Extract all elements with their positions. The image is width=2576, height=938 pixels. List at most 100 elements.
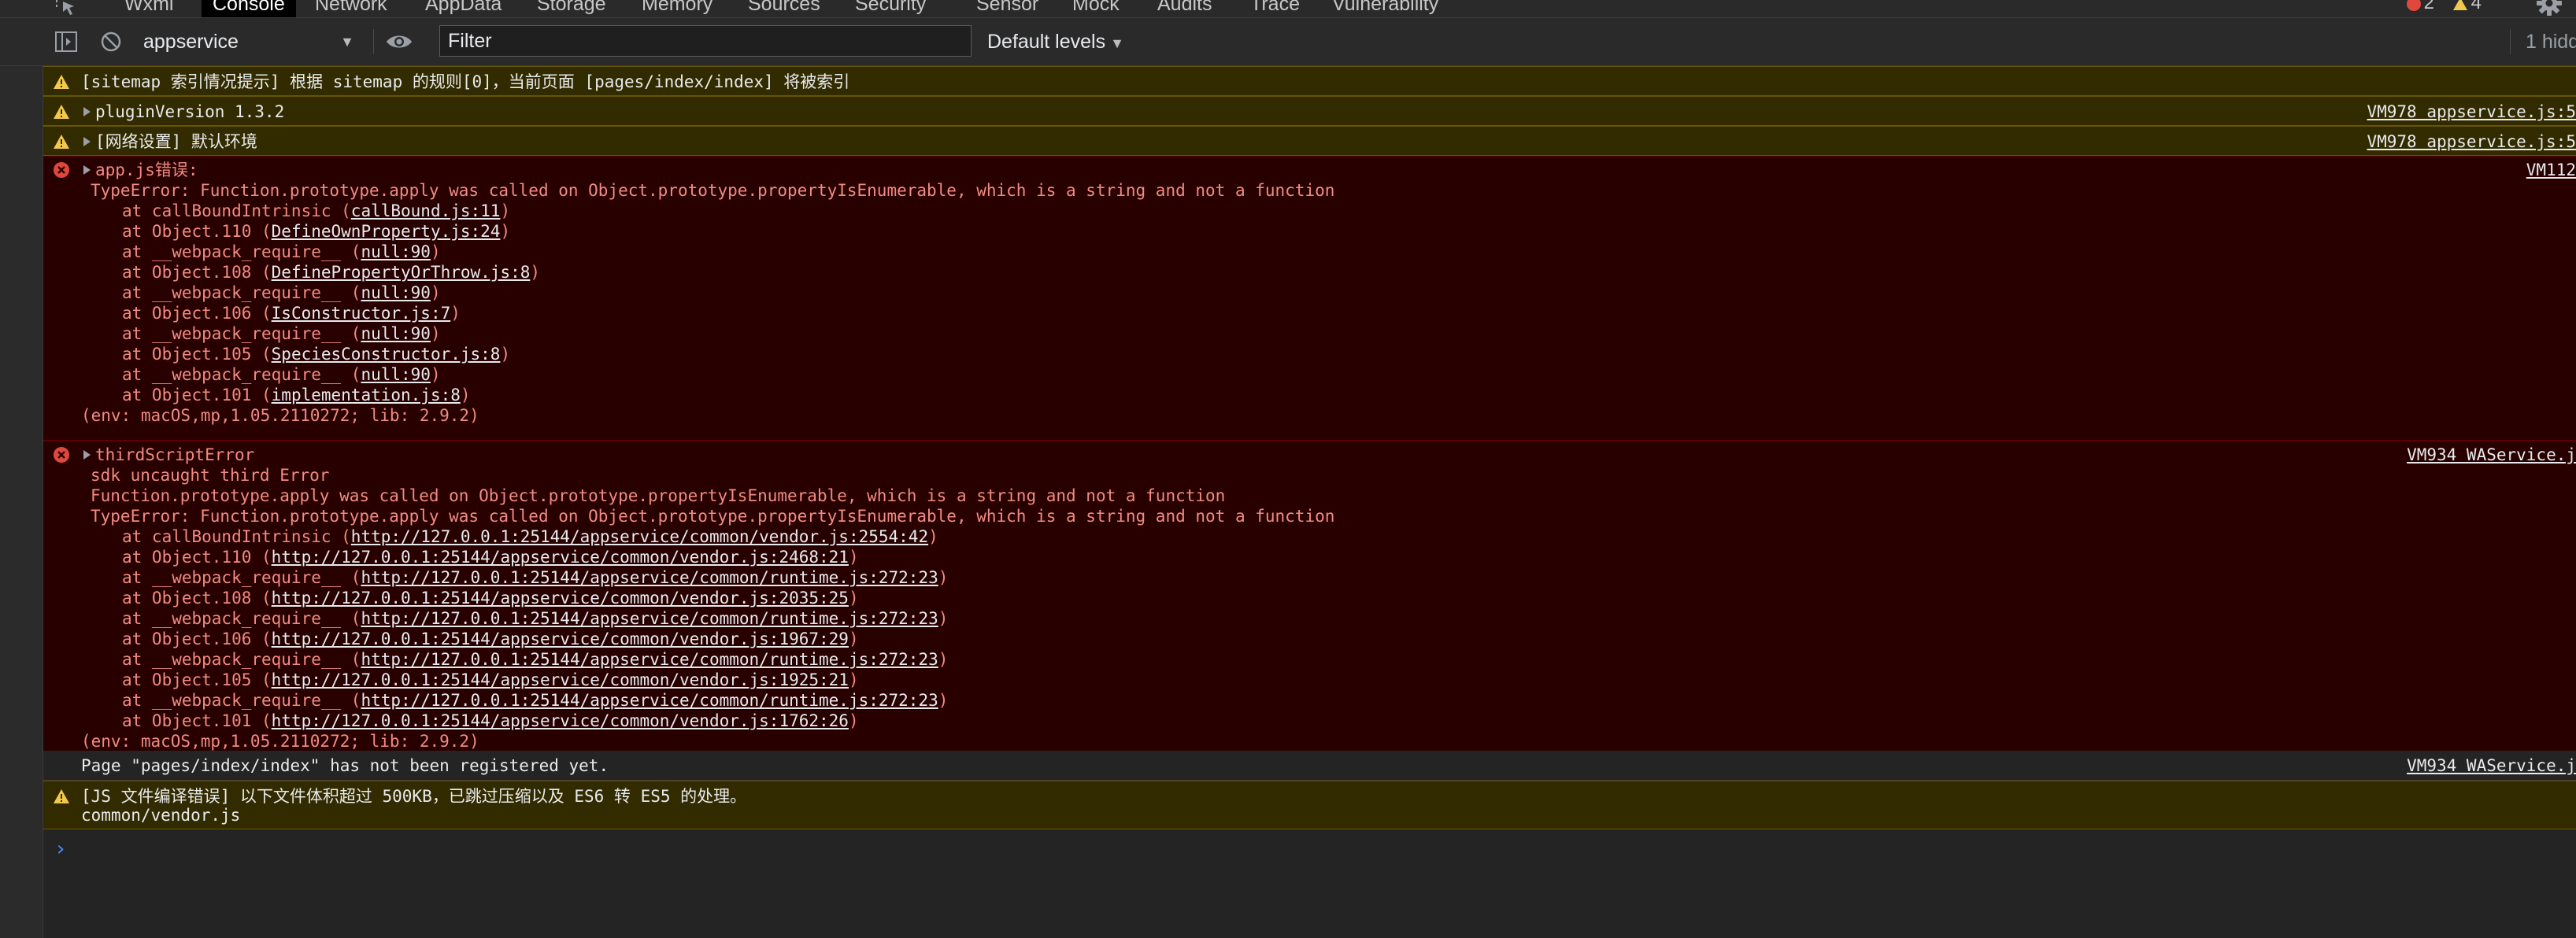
console-toolbar: appservice ▼ Default levels▼ 1 hidd (0, 18, 2576, 66)
console-message-text: pluginVersion 1.3.2 (95, 102, 285, 121)
stack-frame: at Object.101 (implementation.js:8) (122, 386, 471, 404)
stack-frame-link[interactable]: http://127.0.0.1:25144/appservice/common… (272, 589, 849, 607)
stack-frame-link[interactable]: callBound.js:11 (351, 201, 501, 220)
stack-frame: at __webpack_require__ (http://127.0.0.1… (122, 568, 949, 587)
console-prompt-icon[interactable]: › (54, 839, 67, 859)
stack-frame: at Object.110 (http://127.0.0.1:25144/ap… (122, 548, 859, 567)
log-levels-dropdown[interactable]: Default levels ▼ (987, 26, 1124, 57)
tab-sources[interactable]: Sources (748, 0, 820, 17)
source-link[interactable]: VM978 appservice.js:5 (2367, 131, 2576, 152)
tab-console[interactable]: Console (202, 0, 296, 17)
source-link[interactable]: VM978 appservice.js:5 (2367, 102, 2576, 122)
console-message-text: common/vendor.js (81, 806, 241, 825)
tab-vulnerability[interactable]: Vulnerability (1332, 0, 1438, 17)
stack-frame-link[interactable]: http://127.0.0.1:25144/appservice/common… (361, 568, 938, 587)
stack-frame-link[interactable]: DefineOwnProperty.js:24 (272, 222, 501, 241)
toolbar-divider (2510, 29, 2511, 54)
error-icon (54, 447, 69, 463)
error-message: TypeError: Function.prototype.apply was … (91, 507, 1335, 526)
warning-count: 4 (2471, 0, 2482, 13)
expand-triangle-icon[interactable] (83, 450, 91, 460)
stack-frame: at __webpack_require__ (null:90) (122, 242, 441, 261)
stack-frame-link[interactable]: null:90 (361, 242, 431, 261)
stack-frame-link[interactable]: http://127.0.0.1:25144/appservice/common… (272, 630, 849, 648)
tab-audits[interactable]: Audits (1157, 0, 1212, 17)
error-count-icon (2406, 0, 2421, 11)
source-link[interactable]: VM112 (2526, 160, 2576, 180)
source-link[interactable]: VM934 WAService.j (2407, 755, 2576, 776)
tab-memory[interactable]: Memory (642, 0, 712, 17)
expand-triangle-icon[interactable] (83, 137, 91, 146)
expand-triangle-icon[interactable] (83, 107, 91, 116)
left-gutter (0, 0, 43, 938)
tab-mock[interactable]: Mock (1072, 0, 1120, 17)
filter-input[interactable] (439, 25, 972, 57)
tab-storage[interactable]: Storage (537, 0, 606, 17)
error-detail: sdk uncaught third Error (91, 466, 330, 485)
warning-icon (54, 135, 69, 149)
console-message-text: [网络设置] 默认环境 (95, 132, 257, 151)
expand-triangle-icon[interactable] (83, 165, 91, 175)
warning-icon (54, 105, 69, 119)
stack-frame-link[interactable]: IsConstructor.js:7 (272, 304, 451, 323)
stack-frame-link[interactable]: null:90 (361, 324, 431, 343)
error-count: 2 (2423, 0, 2434, 13)
settings-gear-icon[interactable] (2535, 0, 2563, 17)
stack-frame-link[interactable]: null:90 (361, 365, 431, 384)
stack-frame: at Object.110 (DefineOwnProperty.js:24) (122, 222, 511, 241)
stack-frame: at __webpack_require__ (http://127.0.0.1… (122, 609, 949, 628)
stack-frame: at __webpack_require__ (http://127.0.0.1… (122, 650, 949, 669)
env-info: (env: macOS,mp,1.05.2110272; lib: 2.9.2) (81, 406, 479, 425)
tab-wxml[interactable]: Wxml (124, 0, 173, 17)
stack-frame-link[interactable]: http://127.0.0.1:25144/appservice/common… (272, 548, 849, 567)
console-messages: [sitemap 索引情况提示] 根据 sitemap 的规则[0]，当前页面 … (43, 66, 2576, 938)
warning-icon (54, 789, 69, 803)
tab-appdata[interactable]: AppData (425, 0, 502, 17)
stack-frame-link[interactable]: http://127.0.0.1:25144/appservice/common… (361, 609, 938, 628)
stack-frame: at __webpack_require__ (null:90) (122, 365, 441, 384)
console-message-error[interactable]: app.js错误: VM112 TypeError: Function.prot… (43, 156, 2576, 441)
stack-frame-link[interactable]: implementation.js:8 (272, 386, 461, 404)
tab-security[interactable]: Security (855, 0, 926, 17)
console-message-warning[interactable]: pluginVersion 1.3.2 VM978 appservice.js:… (43, 96, 2576, 126)
clear-console-icon[interactable] (101, 31, 121, 52)
console-message-text: [sitemap 索引情况提示] 根据 sitemap 的规则[0]，当前页面 … (81, 72, 850, 91)
live-expression-eye-icon[interactable] (386, 33, 413, 50)
issue-counts[interactable]: 2 4 (2406, 0, 2482, 15)
inspect-element-icon[interactable] (55, 0, 77, 16)
tab-trace[interactable]: Trace (1250, 0, 1300, 17)
stack-frame: at Object.106 (IsConstructor.js:7) (122, 304, 461, 323)
stack-frame: at __webpack_require__ (null:90) (122, 324, 441, 343)
stack-frame: at Object.106 (http://127.0.0.1:25144/ap… (122, 630, 859, 648)
stack-frame: at Object.108 (DefinePropertyOrThrow.js:… (122, 263, 541, 282)
stack-frame-link[interactable]: DefinePropertyOrThrow.js:8 (272, 263, 531, 282)
stack-frame-link[interactable]: http://127.0.0.1:25144/appservice/common… (272, 711, 849, 730)
tab-network[interactable]: Network (315, 0, 387, 17)
error-icon (54, 162, 69, 178)
context-selector[interactable]: appservice ▼ (143, 26, 364, 57)
toolbar-divider (373, 29, 374, 54)
stack-frame-link[interactable]: http://127.0.0.1:25144/appservice/common… (272, 670, 849, 689)
log-levels-label: Default levels (987, 31, 1106, 53)
error-title: app.js错误: (95, 161, 198, 179)
tab-sensor[interactable]: Sensor (976, 0, 1038, 17)
stack-frame-link[interactable]: http://127.0.0.1:25144/appservice/common… (351, 527, 928, 546)
warning-count-icon (2452, 0, 2467, 10)
console-message-warning[interactable]: [网络设置] 默认环境 VM978 appservice.js:5 (43, 126, 2576, 156)
stack-frame-link[interactable]: null:90 (361, 283, 431, 302)
stack-frame-link[interactable]: http://127.0.0.1:25144/appservice/common… (361, 691, 938, 710)
chevron-down-icon: ▼ (1110, 35, 1124, 51)
stack-frame: at callBoundIntrinsic (callBound.js:11) (122, 201, 511, 220)
stack-frame-link[interactable]: http://127.0.0.1:25144/appservice/common… (361, 650, 938, 669)
source-link[interactable]: VM934 WAService.j (2407, 445, 2576, 465)
devtools-tab-bar: Wxml Console Network AppData Storage Mem… (0, 0, 2576, 18)
console-message-warning: [JS 文件编译错误] 以下文件体积超过 500KB，已跳过压缩以及 ES6 转… (43, 781, 2576, 829)
error-title: thirdScriptError (95, 445, 255, 464)
stack-frame: at __webpack_require__ (null:90) (122, 283, 441, 302)
hidden-messages-count[interactable]: 1 hidd (2526, 26, 2576, 57)
stack-frame-link[interactable]: SpeciesConstructor.js:8 (272, 345, 501, 364)
chevron-down-icon: ▼ (340, 34, 354, 50)
warning-icon (54, 75, 69, 89)
console-message-text: [JS 文件编译错误] 以下文件体积超过 500KB，已跳过压缩以及 ES6 转… (81, 787, 747, 806)
sidebar-toggle-icon[interactable] (55, 31, 77, 52)
